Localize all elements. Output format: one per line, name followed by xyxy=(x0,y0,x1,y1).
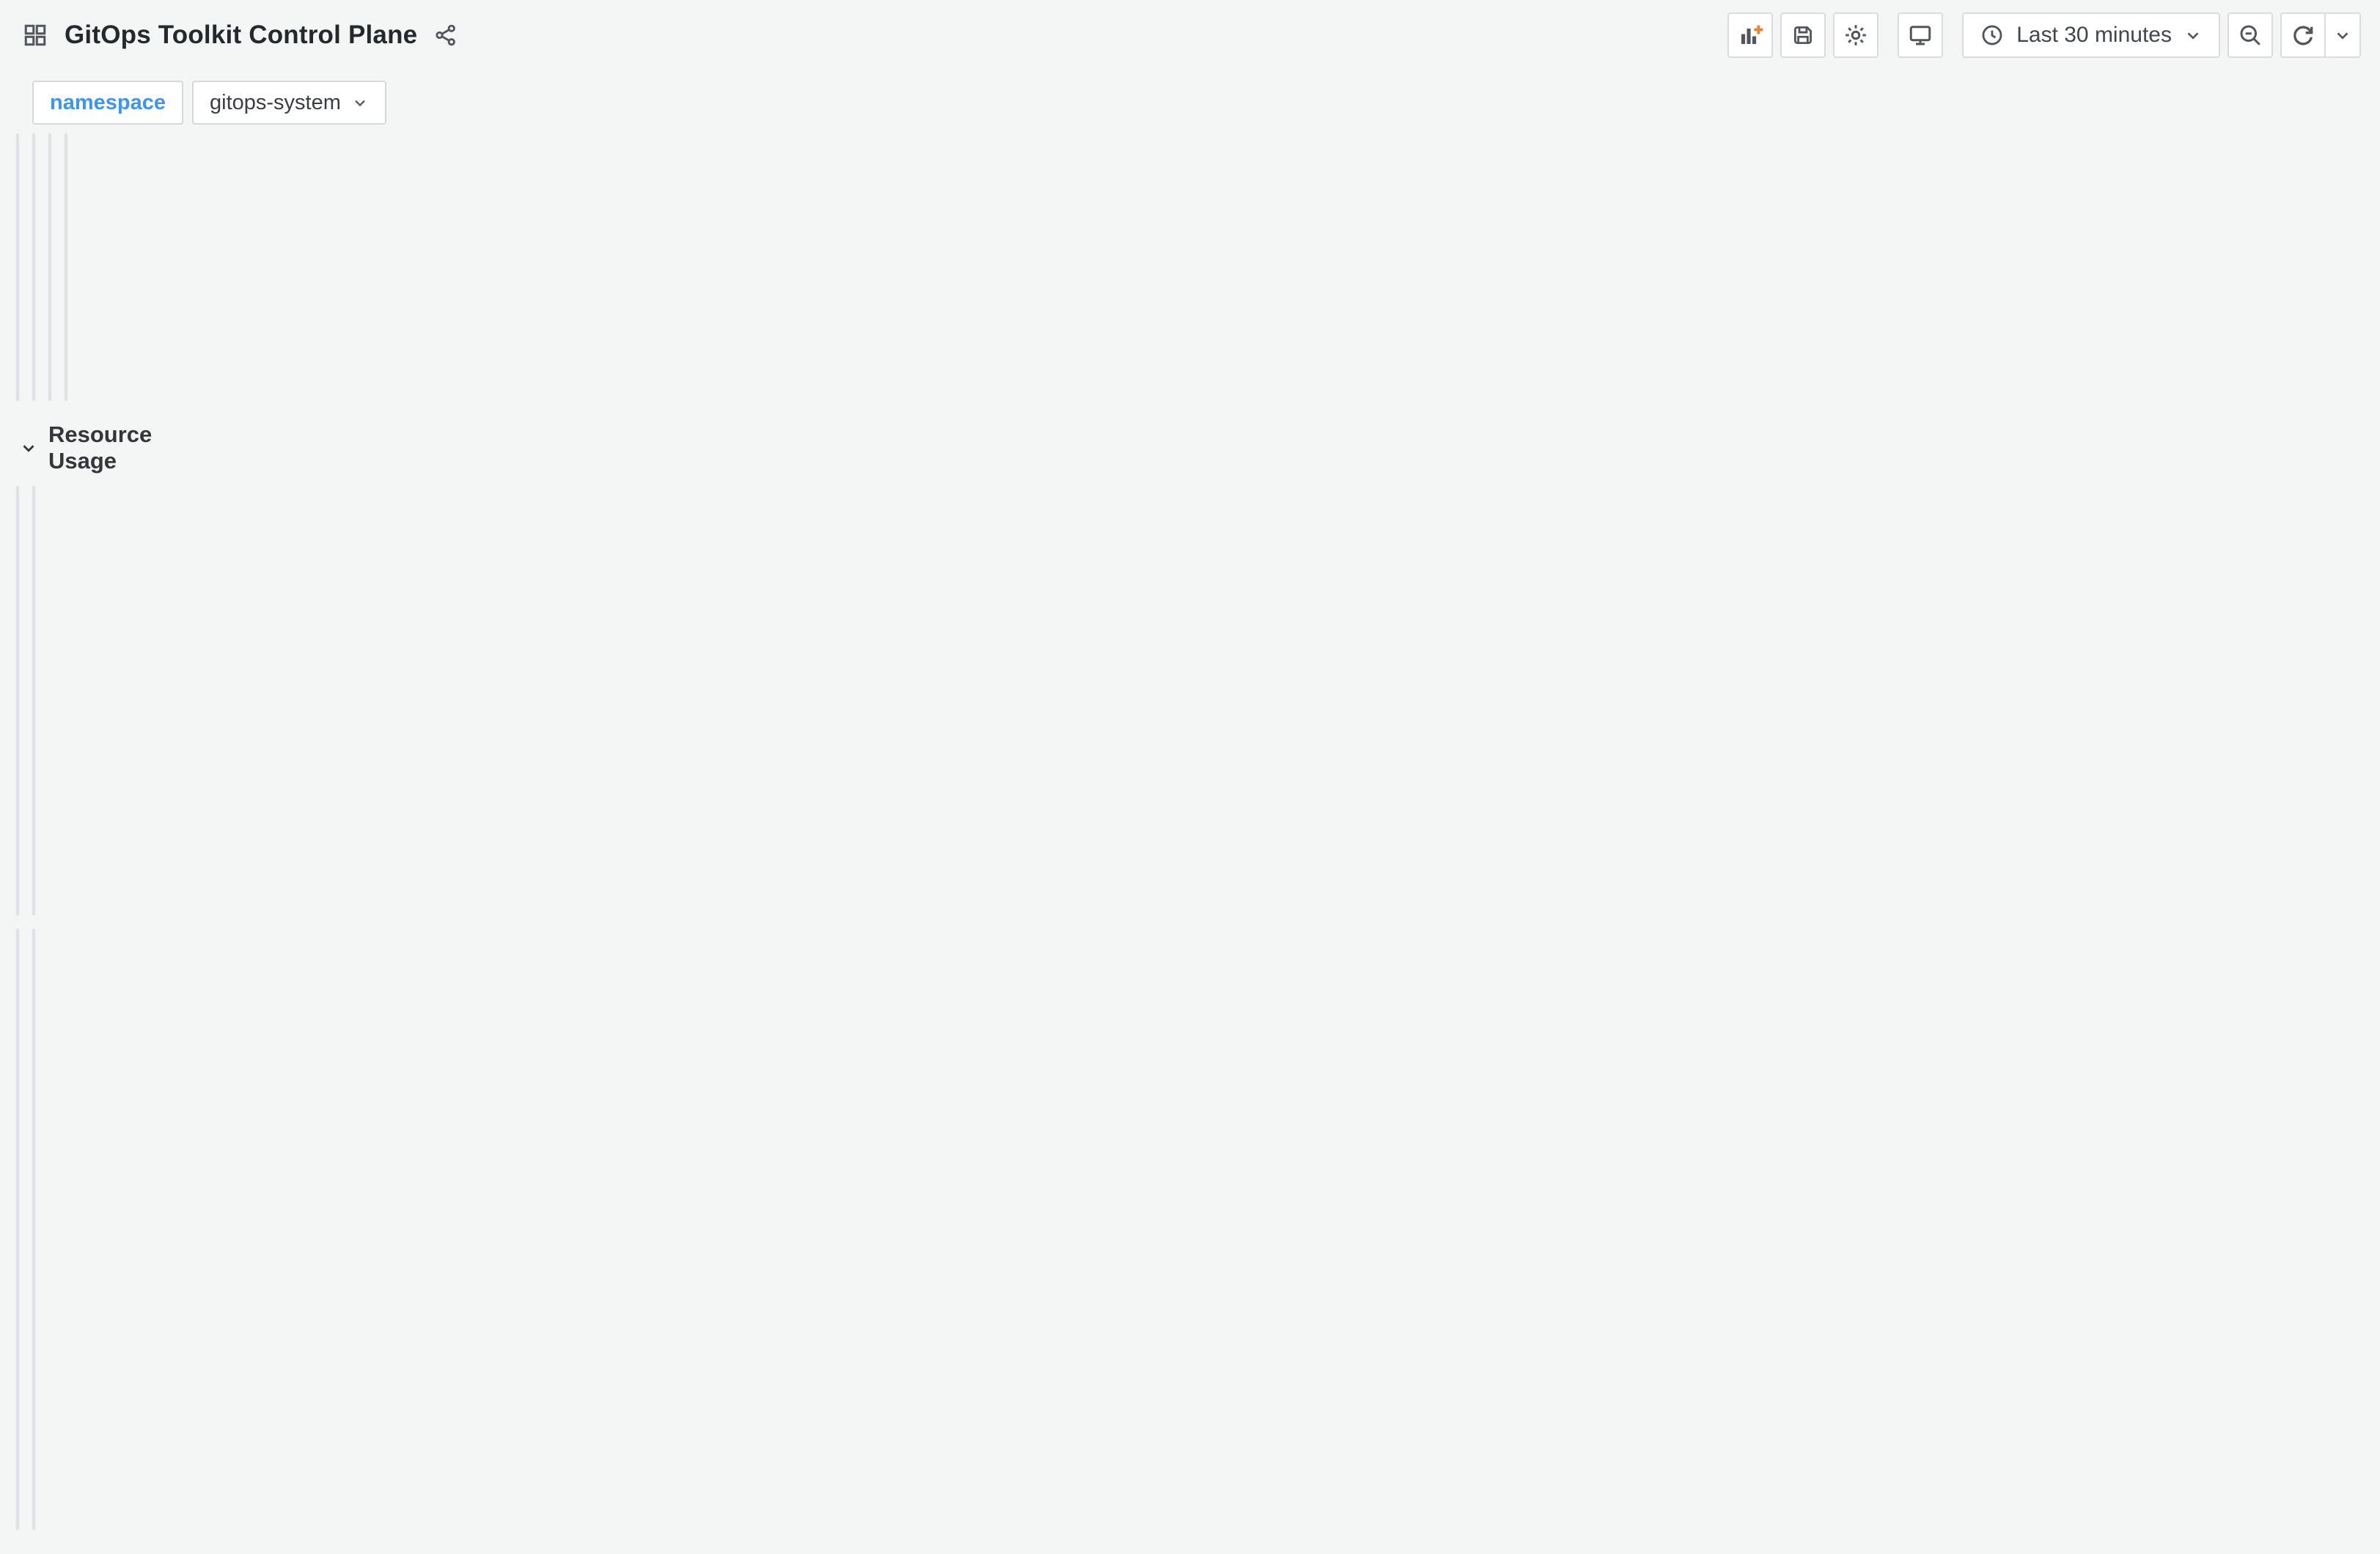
section-resource-usage[interactable]: Resource Usage xyxy=(16,401,152,486)
chevron-down-icon xyxy=(351,94,369,111)
stats-row: Controllers 4 Work Queue 9.7 s Memory xyxy=(16,133,67,401)
dashboard-settings-button[interactable] xyxy=(1833,12,1879,58)
save-dashboard-button[interactable] xyxy=(1780,12,1826,58)
panel-api-requests: API Requests 4.7 xyxy=(65,133,67,401)
panel-memory-gauge: Memory 42.5 Mb xyxy=(48,133,51,401)
chevron-down-icon xyxy=(2183,26,2203,45)
panel-cpu-usage: CPU Usage 0 ns100 ms200 ms300 ms400 ms50… xyxy=(16,929,19,1530)
legend-header: avgcurrent xyxy=(34,1423,35,1454)
chevron-down-icon xyxy=(2333,26,2352,45)
refresh-button-group xyxy=(2280,12,2361,58)
zoom-out-time-button[interactable] xyxy=(2227,12,2273,58)
panel-controllers: Controllers 4 xyxy=(16,133,19,401)
api-requests-sparkline xyxy=(66,298,67,399)
legend-row: kustomize-controller-6c6784b468-7kzfp5 m… xyxy=(18,1488,19,1522)
legend-row: total4.744.44 xyxy=(34,902,35,916)
legend-row: notification-controller-6d56575dc-5w9n93… xyxy=(18,1522,19,1530)
legend-header: avgcurrent xyxy=(34,872,35,902)
dashboard-grid-icon[interactable] xyxy=(22,22,48,48)
namespace-variable-select[interactable]: gitops-system xyxy=(192,81,386,125)
legend-row: helm-controller-57f9b56bbf-k24mk360.5 Ki… xyxy=(34,1454,35,1488)
chevron-down-icon xyxy=(19,438,38,457)
time-range-label: Last 30 minutes xyxy=(2016,23,2172,47)
cycle-view-mode-button[interactable] xyxy=(1898,12,1944,58)
save-icon xyxy=(1790,23,1815,48)
settings-gear-icon xyxy=(1843,22,1869,48)
legend-header: avgcurrent xyxy=(18,896,19,916)
timeseries-row-2: CPU Usage 0 ns100 ms200 ms300 ms400 ms50… xyxy=(16,929,35,1530)
panel-k8s-api-requests: Kubernetes API Requests 05101515:0515:10… xyxy=(32,486,35,916)
grafana-dashboard: GitOps Toolkit Control Plane Last 30 min… xyxy=(0,0,2380,1554)
panel-memory-usage: Memory Usage 0 B10 MiB19 MiB29 MiB38 MiB… xyxy=(32,929,35,1530)
dashboard-grid: Controllers 4 Work Queue 9.7 s Memory xyxy=(0,128,152,1530)
zoom-out-icon xyxy=(2237,22,2263,48)
variables-bar: namespace gitops-system xyxy=(0,70,2380,128)
api-requests-stat-value: 4.7 xyxy=(65,235,67,326)
legend-row: kustomize-controller-6c6784b468-7kzfp284… xyxy=(34,1488,35,1522)
section-title: Resource Usage xyxy=(48,421,153,474)
legend-row: helm-controller-57f9b56bbf-k24mk5 ms4 ms xyxy=(18,1454,19,1488)
clock-icon xyxy=(1980,23,2005,48)
controllers-stat-value: 4 xyxy=(16,209,19,367)
dashboard-toolbar: GitOps Toolkit Control Plane Last 30 min… xyxy=(0,0,2380,70)
namespace-variable-label: namespace xyxy=(32,81,183,125)
add-panel-icon xyxy=(1737,22,1763,48)
refresh-interval-dropdown[interactable] xyxy=(2326,12,2361,58)
refresh-icon xyxy=(2290,22,2316,48)
refresh-button[interactable] xyxy=(2280,12,2326,58)
add-panel-button[interactable] xyxy=(1727,12,1774,58)
work-queue-stat-value: 9.7 xyxy=(32,238,35,330)
work-queue-sparkline xyxy=(34,290,35,399)
legend-header: avgcurrent xyxy=(18,1423,19,1454)
panel-k8s-api-requests-duration: Kubernetes API Requests Duration 0 ns50 … xyxy=(16,486,19,916)
time-range-picker[interactable]: Last 30 minutes xyxy=(1962,12,2220,58)
namespace-variable-value: gitops-system xyxy=(210,90,341,114)
legend-row: notification-controller-6d56575dc-5w9n97… xyxy=(34,1522,35,1530)
panel-work-queue: Work Queue 9.7 s xyxy=(32,133,35,401)
share-icon[interactable] xyxy=(433,23,458,48)
dashboard-title: GitOps Toolkit Control Plane xyxy=(65,21,418,49)
tv-icon xyxy=(1907,22,1933,48)
timeseries-row-1: Kubernetes API Requests Duration 0 ns50 … xyxy=(16,486,35,916)
